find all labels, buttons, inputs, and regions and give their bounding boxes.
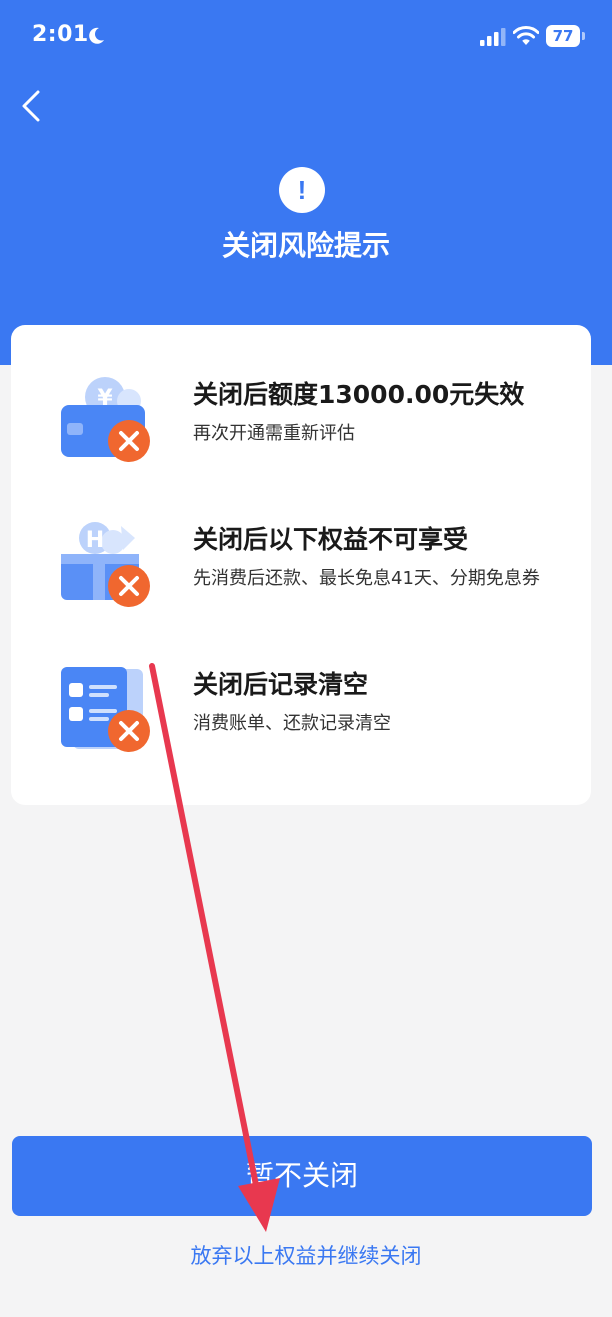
- svg-text:H: H: [86, 528, 104, 553]
- status-time: 2:01: [32, 22, 89, 47]
- risk-desc: 先消费后还款、最长免息41天、分期免息券: [193, 568, 540, 589]
- risk-desc: 消费账单、还款记录清空: [193, 713, 391, 734]
- risk-card: ¥ 关闭后额度13000.00元失效 再次开通需重新评估 H 关闭后以下权益不可…: [11, 325, 591, 805]
- wallet-yuan-icon: ¥: [61, 377, 150, 462]
- risk-desc: 再次开通需重新评估: [193, 423, 355, 444]
- signal-icon: [480, 28, 506, 46]
- exclamation-icon: !: [279, 167, 325, 213]
- exclamation-glyph: !: [297, 175, 307, 205]
- moon-icon: [89, 27, 104, 44]
- wifi-icon: [513, 26, 539, 45]
- battery-level: 77: [552, 27, 574, 45]
- risk-item-records: 关闭后记录清空 消费账单、还款记录清空: [11, 665, 591, 785]
- risk-item-quota: ¥ 关闭后额度13000.00元失效 再次开通需重新评估: [11, 375, 591, 495]
- risk-item-benefits: H 关闭后以下权益不可享受 先消费后还款、最长免息41天、分期免息券: [11, 520, 591, 640]
- risk-title: 关闭后以下权益不可享受: [193, 525, 469, 554]
- battery-icon: 77: [546, 25, 586, 47]
- keep-open-button[interactable]: 暂不关闭: [12, 1136, 592, 1216]
- risk-title: 关闭后记录清空: [193, 670, 369, 699]
- risk-title: 关闭后额度13000.00元失效: [193, 380, 525, 409]
- giveup-and-close-link[interactable]: 放弃以上权益并继续关闭: [0, 1240, 612, 1270]
- chevron-left-icon[interactable]: [16, 84, 52, 128]
- battery-tip: [582, 32, 585, 40]
- gift-bag-icon: H: [61, 522, 150, 607]
- page-title: 关闭风险提示: [221, 229, 390, 262]
- record-document-icon: [61, 667, 150, 752]
